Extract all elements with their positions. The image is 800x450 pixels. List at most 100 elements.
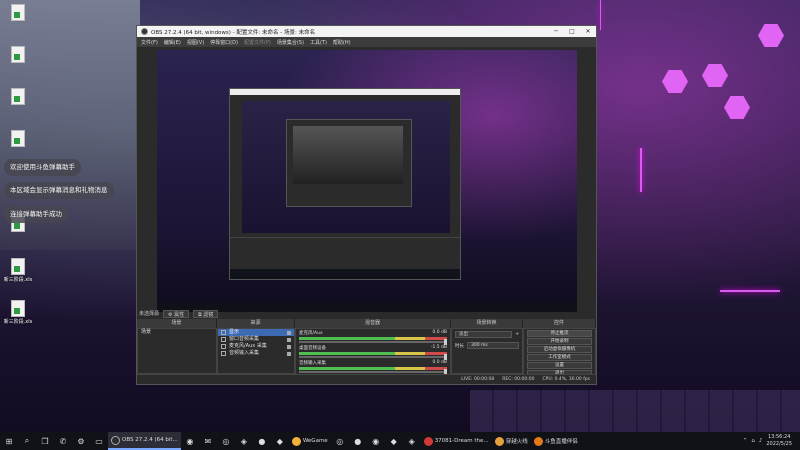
desktop-icon-label: 新三阶段.xls <box>3 277 33 283</box>
taskbar-app-wegame[interactable]: WeGame <box>289 432 331 450</box>
rec-status: REC: 00:00:00 <box>502 377 535 382</box>
source-item[interactable]: 显示 <box>218 329 294 336</box>
obs-icon <box>111 435 120 445</box>
close-button[interactable]: ✕ <box>580 26 596 37</box>
desktop-file-icon[interactable] <box>0 88 36 106</box>
system-tray: ⌃ ⌂ ♪ 13:56:24 2022/5/25 <box>743 434 800 448</box>
app-icon[interactable]: ◎ <box>331 432 349 450</box>
app-icon[interactable]: ◆ <box>385 432 403 450</box>
wechat-icon[interactable]: ✉ <box>199 432 217 450</box>
desktop-file-icon[interactable] <box>0 4 36 22</box>
neon-strip <box>720 290 780 292</box>
settings-button[interactable]: 设置 <box>527 362 592 369</box>
app-icon[interactable]: ◎ <box>217 432 235 450</box>
clock[interactable]: 13:56:24 2022/5/25 <box>766 434 792 448</box>
volume-slider[interactable] <box>299 369 447 375</box>
mixer-track-db: 0.0 dB <box>432 360 447 365</box>
app-icon[interactable]: ● <box>253 432 271 450</box>
start-virtual-camera-button[interactable]: 启动虚拟摄像机 <box>527 346 592 353</box>
menu-view[interactable]: 视图(V) <box>187 39 204 46</box>
app-icon[interactable]: ◈ <box>403 432 421 450</box>
taskbar-app-douyu[interactable]: 斗鱼直播伴侣 <box>531 432 581 450</box>
menu-edit[interactable]: 编辑(E) <box>164 39 181 46</box>
duration-field[interactable]: 300 ms <box>467 342 519 349</box>
source-item[interactable]: 窗口音频采集 <box>218 336 294 343</box>
menu-profile[interactable]: 配置文件(P) <box>244 39 271 46</box>
volume-meter <box>299 337 447 340</box>
wegame-icon <box>291 436 301 446</box>
app-icon[interactable]: ◉ <box>367 432 385 450</box>
search-icon[interactable]: ⌕ <box>18 432 36 450</box>
source-item[interactable]: 麦克风/Aux 采集 <box>218 343 294 350</box>
mixer-track-db: -1.5 dB <box>430 345 447 350</box>
task-view-icon[interactable]: ❐ <box>36 432 54 450</box>
app-icon[interactable]: ● <box>349 432 367 450</box>
obs-title: OBS 27.2.4 (64 bit, windows) - 配置文件: 未命名… <box>151 29 316 36</box>
lock-icon[interactable] <box>287 344 291 349</box>
minimize-button[interactable]: ─ <box>548 26 564 37</box>
desktop-file-icon[interactable]: 新三阶段.xls <box>0 258 36 283</box>
desktop-file-icon[interactable] <box>0 46 36 64</box>
transitions-dock: 淡出 + 时长 300 ms <box>451 328 523 374</box>
duration-label: 时长 <box>455 343 464 349</box>
obs-menubar: 文件(F) 编辑(E) 视图(V) 停靠窗口(D) 配置文件(P) 场景集合(S… <box>137 37 596 47</box>
douyu-icon <box>533 436 543 446</box>
lock-icon[interactable] <box>287 330 291 335</box>
obs-logo-icon <box>141 28 148 35</box>
file-explorer-icon[interactable]: ▭ <box>90 432 108 450</box>
taskbar: ⊞ ⌕ ❐ ✆ ⚙ ▭ OBS 27.2.4 (64 bit... ◉ ✉ ◎ … <box>0 432 800 450</box>
network-icon[interactable]: ⌂ <box>751 438 755 444</box>
excel-file-icon <box>11 88 25 105</box>
scene-item[interactable]: 场景 <box>138 329 216 336</box>
no-source-label: 未选择源 <box>139 311 160 317</box>
volume-icon[interactable]: ♪ <box>759 438 763 444</box>
stop-streaming-button[interactable]: 停止推流 <box>527 330 592 337</box>
cpu-status: CPU: 0.4%, 30.00 fps <box>542 377 591 382</box>
monitor-icon <box>221 330 226 335</box>
transition-select[interactable]: 淡出 <box>455 331 513 338</box>
add-transition-button[interactable]: + <box>515 332 519 337</box>
menu-file[interactable]: 文件(F) <box>141 39 158 46</box>
dock-title-scenes: 场景 <box>137 319 217 328</box>
volume-slider[interactable] <box>299 339 447 345</box>
obs-preview[interactable] <box>157 50 577 312</box>
volume-slider[interactable] <box>299 354 447 360</box>
menu-tools[interactable]: 工具(T) <box>310 39 327 46</box>
maximize-button[interactable]: □ <box>564 26 580 37</box>
live-status: LIVE: 00:00:08 <box>461 377 495 382</box>
menu-docks[interactable]: 停靠窗口(D) <box>210 39 238 46</box>
studio-mode-button[interactable]: 工作室模式 <box>527 354 592 361</box>
tray-expand-icon[interactable]: ⌃ <box>743 438 748 444</box>
excel-file-icon <box>11 4 25 21</box>
mixer-track-name: 桌面音频设备 <box>299 346 326 351</box>
speaker-icon <box>221 337 226 342</box>
filters-button[interactable]: ⧉ 滤镜 <box>193 309 219 318</box>
source-item[interactable]: 音频输入采集 <box>218 350 294 357</box>
scenes-dock: 场景 <box>137 328 217 374</box>
browser-icon[interactable]: ◉ <box>181 432 199 450</box>
app-icon[interactable]: ◈ <box>235 432 253 450</box>
danmaku-notification: 连接弹幕助手成功 <box>4 206 68 223</box>
taskbar-app-music[interactable]: 37081-Dream the... <box>421 432 492 450</box>
music-icon <box>423 436 433 446</box>
start-button[interactable]: ⊞ <box>0 432 18 450</box>
taskbar-app-crossfire[interactable]: 穿越火线 <box>492 432 531 450</box>
menu-scene-collection[interactable]: 场景集合(S) <box>277 39 304 46</box>
taskbar-app-obs[interactable]: OBS 27.2.4 (64 bit... <box>108 432 181 450</box>
menu-help[interactable]: 帮助(H) <box>333 39 351 46</box>
lock-icon[interactable] <box>287 351 291 356</box>
hex-light <box>758 24 784 47</box>
app-icon[interactable]: ◆ <box>271 432 289 450</box>
hex-light <box>702 64 728 87</box>
start-recording-button[interactable]: 开始录制 <box>527 338 592 345</box>
desktop-file-icon[interactable]: 新三阶段.xls <box>0 300 36 325</box>
obs-titlebar[interactable]: OBS 27.2.4 (64 bit, windows) - 配置文件: 未命名… <box>137 26 596 37</box>
lock-icon[interactable] <box>287 337 291 342</box>
steam-icon[interactable]: ⚙ <box>72 432 90 450</box>
desktop-file-icon[interactable] <box>0 130 36 148</box>
dock-headers: 场景 来源 混音器 场景转换 控件 <box>137 319 596 328</box>
chat-icon[interactable]: ✆ <box>54 432 72 450</box>
properties-button[interactable]: ⚙ 属性 <box>163 309 190 318</box>
mixer-track-name: 麦克风/Aux <box>299 331 323 336</box>
danmaku-notification: 欢迎使用斗鱼弹幕助手 <box>4 159 81 176</box>
